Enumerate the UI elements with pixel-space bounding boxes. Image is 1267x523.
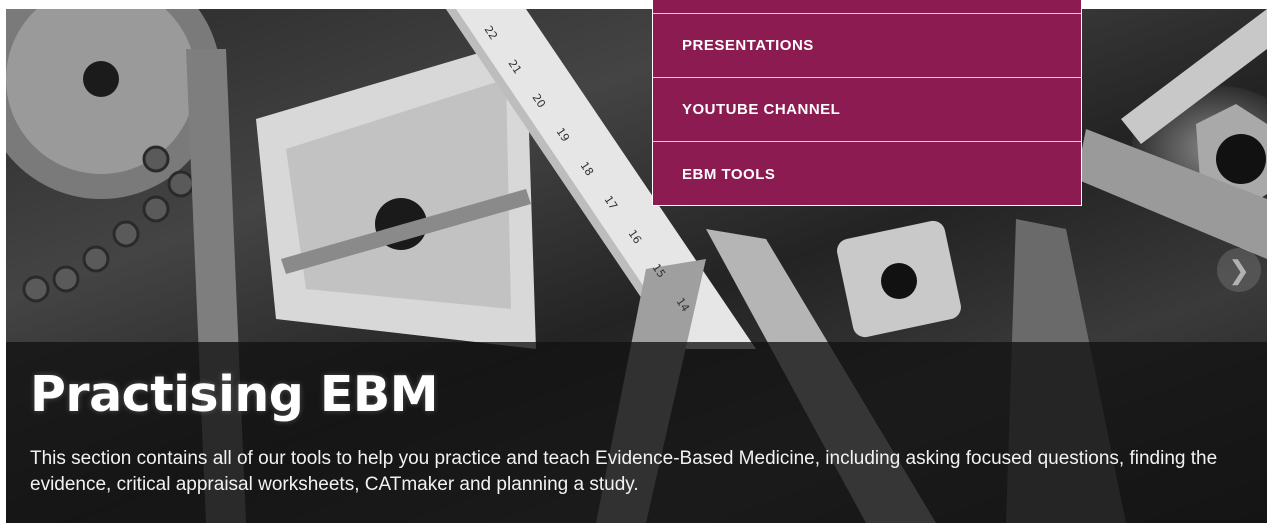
menu-item-ebm-tools[interactable]: EBM TOOLS xyxy=(653,142,1081,206)
menu-item-youtube-channel[interactable]: YOUTUBE CHANNEL xyxy=(653,78,1081,142)
chevron-right-icon: ❯ xyxy=(1228,254,1250,285)
page-title: Practising EBM xyxy=(30,366,438,423)
hero-caption: Practising EBM This section contains all… xyxy=(6,342,1267,523)
carousel-next-button[interactable]: ❯ xyxy=(1217,248,1261,292)
nav-dropdown-menu: PRESENTATIONS YOUTUBE CHANNEL EBM TOOLS xyxy=(652,0,1082,206)
section-description: This section contains all of our tools t… xyxy=(30,448,1218,495)
menu-item-presentations[interactable]: PRESENTATIONS xyxy=(653,14,1081,78)
menu-item-partial[interactable] xyxy=(653,0,1081,14)
